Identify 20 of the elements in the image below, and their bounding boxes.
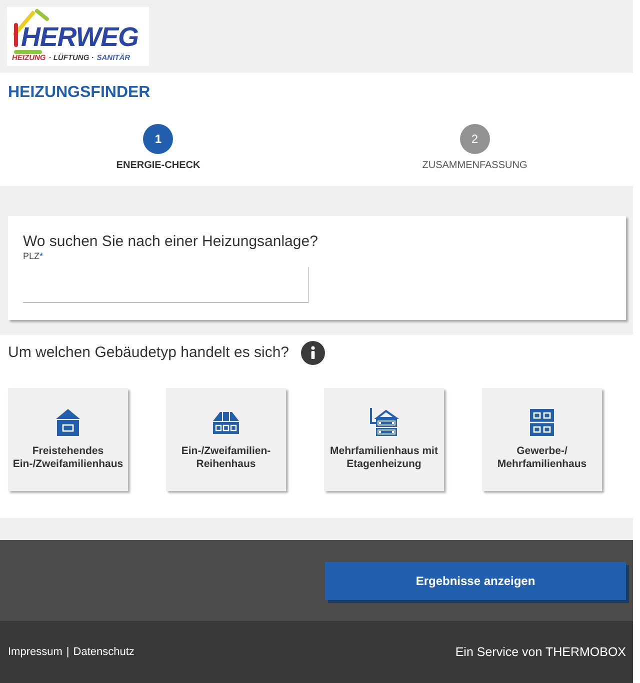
service-credit: Ein Service von THERMOBOX xyxy=(455,644,626,660)
step-number[interactable]: 1 xyxy=(143,124,174,154)
apartment-building-icon xyxy=(369,407,399,437)
logo-wordmark: HERWEG xyxy=(21,23,138,51)
link-separator: | xyxy=(66,645,70,659)
page-title: HEIZUNGSFINDER xyxy=(8,83,150,103)
footer-link[interactable]: Impressum xyxy=(8,645,62,659)
info-icon[interactable] xyxy=(301,341,326,365)
show-results-button[interactable]: Ergebnisse anzeigen xyxy=(325,562,626,600)
building-type-option[interactable]: Freistehendes Ein-/Zweifamilienhaus xyxy=(8,388,128,491)
footer-link[interactable]: Datenschutz xyxy=(73,645,134,659)
location-question: Wo suchen Sie nach einer Heizungsanlage? xyxy=(23,233,318,251)
building-type-option[interactable]: Mehrfamilienhaus mit Etagenheizung xyxy=(324,388,444,491)
step-label[interactable]: ZUSAMMENFASSUNG xyxy=(422,159,528,173)
building-type-option[interactable]: Ein-/Zweifamilien- Reihenhaus xyxy=(166,388,286,491)
building-type-question: Um welchen Gebäudetyp handelt es sich? xyxy=(8,344,290,362)
step-label[interactable]: ENERGIE-CHECK xyxy=(116,159,200,173)
plz-label: PLZ* xyxy=(23,251,44,261)
building-type-option[interactable]: Gewerbe-/ Mehrfamilienhaus xyxy=(482,388,602,491)
office-building-icon xyxy=(527,407,557,437)
